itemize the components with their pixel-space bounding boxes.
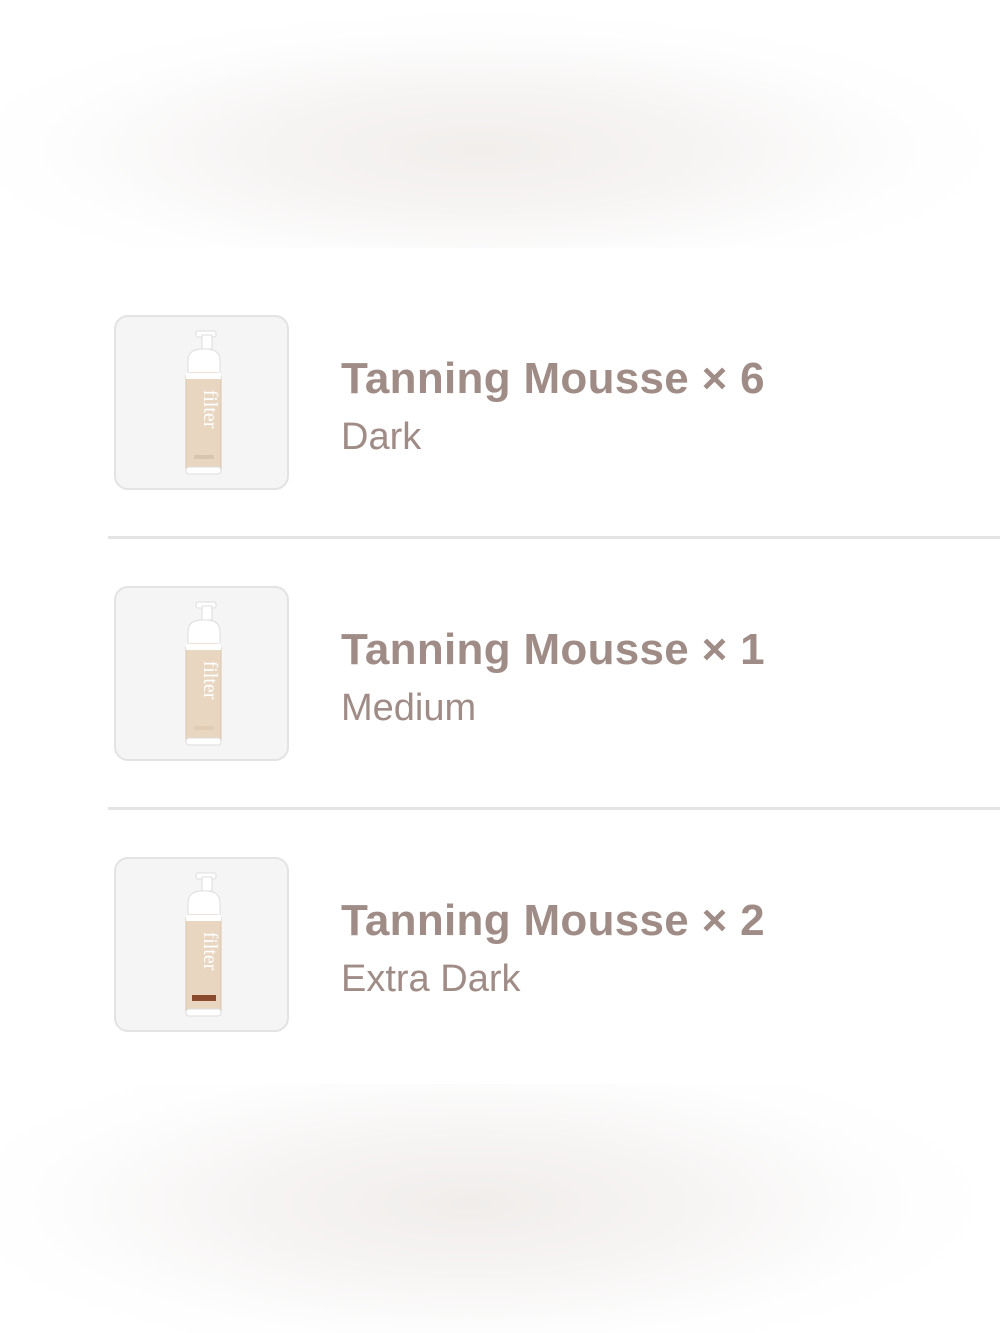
product-thumbnail: filter	[114, 857, 289, 1032]
item-title: Tanning Mousse × 6	[341, 354, 765, 403]
order-items-card: filter Tanning Mousse × 6 Dark filter Ta…	[0, 248, 1000, 1084]
mousse-bottle-icon: filter	[185, 330, 222, 475]
brand-wordmark: filter	[199, 661, 221, 700]
blurred-background-top	[0, 0, 1000, 248]
product-thumbnail: filter	[114, 315, 289, 490]
item-title: Tanning Mousse × 2	[341, 896, 765, 945]
mousse-bottle-icon: filter	[185, 601, 222, 746]
order-item-row[interactable]: filter Tanning Mousse × 1 Medium	[0, 519, 1000, 810]
item-title: Tanning Mousse × 1	[341, 625, 765, 674]
order-item-row[interactable]: filter Tanning Mousse × 6 Dark	[0, 248, 1000, 539]
order-item-row[interactable]: filter Tanning Mousse × 2 Extra Dark	[0, 790, 1000, 1061]
mousse-bottle-icon: filter	[185, 872, 222, 1017]
item-variant: Medium	[341, 687, 477, 729]
item-variant: Extra Dark	[341, 958, 521, 1000]
brand-wordmark: filter	[199, 932, 221, 971]
item-variant: Dark	[341, 416, 422, 458]
product-thumbnail: filter	[114, 586, 289, 761]
brand-wordmark: filter	[199, 390, 221, 429]
blurred-background-bottom	[0, 1084, 1000, 1333]
